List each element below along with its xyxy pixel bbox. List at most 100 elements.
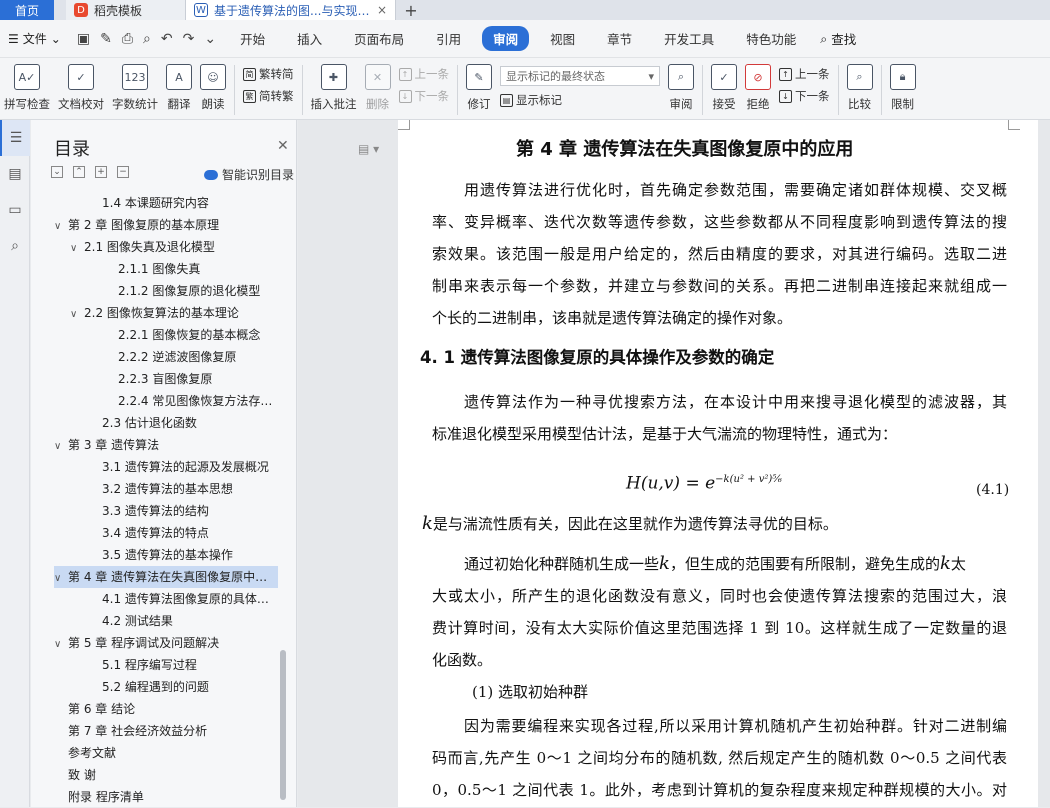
word-count-button[interactable]: 123 字数统计 <box>108 62 162 118</box>
trad-to-simp-button[interactable]: 简繁转简 <box>243 66 294 82</box>
toc-scrollbar[interactable] <box>280 650 286 800</box>
format-painter-icon[interactable]: ✎ <box>100 31 112 47</box>
chevron-down-icon[interactable]: ∨ <box>54 436 68 456</box>
chevron-down-icon[interactable]: ∨ <box>54 216 68 236</box>
smart-toc-label: 智能识别目录 <box>221 168 294 182</box>
toc-item-label: 参考文献 <box>68 746 117 760</box>
redo-icon[interactable]: ↷ <box>183 31 195 47</box>
search-button[interactable]: ⌕ 查找 <box>820 29 856 48</box>
toc-item[interactable]: 2.2.2 逆滤波图像复原 <box>54 346 278 368</box>
reject-button[interactable]: ⊘ 拒绝 <box>741 62 775 118</box>
toc-item[interactable]: 1.4 本课题研究内容 <box>54 192 278 214</box>
toc-item[interactable]: ∨ 第 4 章 遗传算法在失真图像复原中的应用 <box>54 566 278 588</box>
prev-change-button[interactable]: ↑ 上一条 <box>779 66 830 82</box>
track-changes-button[interactable]: ✎ 修订 <box>462 62 496 118</box>
menu-sections[interactable]: 章节 <box>596 26 643 51</box>
collapse-icon[interactable]: ⌄ <box>51 166 63 178</box>
bookmark-icon[interactable]: ▭ <box>0 192 30 228</box>
prev-comment-label: 上一条 <box>414 67 450 81</box>
toc-item[interactable]: 3.2 遗传算法的基本思想 <box>54 478 278 500</box>
review-pane-button[interactable]: ⌕ 审阅 <box>664 62 698 118</box>
menu-insert[interactable]: 插入 <box>286 26 333 51</box>
new-tab-button[interactable]: + <box>396 0 426 20</box>
menu-start[interactable]: 开始 <box>229 26 276 51</box>
restrict-editing-button[interactable]: 🔒︎ 限制 <box>886 62 920 118</box>
tab-document[interactable]: W 基于遗传算法的图...与实现 毕业论文 × <box>186 0 396 20</box>
chevron-down-icon[interactable]: ∨ <box>70 238 84 258</box>
chevron-down-icon[interactable]: ∨ <box>54 634 68 654</box>
expand-icon[interactable]: ⌃ <box>73 166 85 178</box>
track-changes-icon: ✎ <box>466 64 492 90</box>
toc-item[interactable]: 第 6 章 结论 <box>54 698 278 720</box>
spell-check-button[interactable]: A✓ 拼写检查 <box>0 62 54 118</box>
toc-item[interactable]: 2.2.4 常见图像恢复方法存在的问题 <box>54 390 278 412</box>
toc-item[interactable]: 5.2 编程遇到的问题 <box>54 676 278 698</box>
remove-heading-icon[interactable]: − <box>117 166 129 178</box>
chevron-down-icon[interactable]: ∨ <box>70 304 84 324</box>
insert-comment-button[interactable]: ✚ 插入批注 <box>307 62 361 118</box>
menu-references[interactable]: 引用 <box>425 26 472 51</box>
markup-state-select[interactable]: 显示标记的最终状态 ▾ <box>500 66 660 86</box>
proofread-button[interactable]: ✓ 文档校对 <box>54 62 108 118</box>
menu-developer[interactable]: 开发工具 <box>653 26 725 51</box>
toc-item[interactable]: 2.3 估计退化函数 <box>54 412 278 434</box>
toc-item[interactable]: 2.1.2 图像复原的退化模型 <box>54 280 278 302</box>
toc-item[interactable]: 3.1 遗传算法的起源及发展概况 <box>54 456 278 478</box>
toc-item[interactable]: ∨ 第 3 章 遗传算法 <box>54 434 278 456</box>
compare-button[interactable]: ⌕ 比较 <box>843 62 877 118</box>
save-icon[interactable]: ▣ <box>77 31 90 47</box>
toc-icon[interactable]: ☰ <box>0 120 30 156</box>
compare-label: 比较 <box>848 97 871 111</box>
menu-features[interactable]: 特色功能 <box>735 26 807 51</box>
next-comment-button[interactable]: ↓ 下一条 <box>398 88 449 104</box>
hamburger-icon: ☰ <box>8 31 19 46</box>
toc-item[interactable]: ∨ 第 5 章 程序调试及问题解决 <box>54 632 278 654</box>
toc-item[interactable]: ∨ 2.1 图像失真及退化模型 <box>54 236 278 258</box>
smart-toc-button[interactable]: 智能识别目录 <box>203 166 294 183</box>
toc-item[interactable]: 2.1.1 图像失真 <box>54 258 278 280</box>
read-aloud-button[interactable]: ☺ 朗读 <box>196 62 230 118</box>
toc-item[interactable]: 第 7 章 社会经济效益分析 <box>54 720 278 742</box>
accept-button[interactable]: ✓ 接受 <box>707 62 741 118</box>
tab-label: 基于遗传算法的图...与实现 毕业论文 <box>214 3 371 18</box>
page-nav-icon[interactable]: ▤ ▾ <box>358 142 379 156</box>
pages-icon[interactable]: ▤ <box>0 156 30 192</box>
toc-item[interactable]: 4.1 遗传算法图像复原的具体操作及参数的确定 <box>54 588 278 610</box>
toc-item[interactable]: 3.5 遗传算法的基本操作 <box>54 544 278 566</box>
simp-to-trad-button[interactable]: 繁简转繁 <box>243 88 294 104</box>
close-tab-icon[interactable]: × <box>377 3 387 17</box>
undo-icon[interactable]: ↶ <box>161 31 173 47</box>
next-change-button[interactable]: ↓ 下一条 <box>779 88 830 104</box>
print-preview-icon[interactable]: ⌕ <box>143 31 151 47</box>
toc-item[interactable]: 4.2 测试结果 <box>54 610 278 632</box>
toc-item[interactable]: 参考文献 <box>54 742 278 764</box>
menu-page-layout[interactable]: 页面布局 <box>343 26 415 51</box>
toc-item[interactable]: ∨ 第 2 章 图像复原的基本原理 <box>54 214 278 236</box>
toc-item[interactable]: 2.2.3 盲图像复原 <box>54 368 278 390</box>
toc-item[interactable]: 3.3 遗传算法的结构 <box>54 500 278 522</box>
find-icon[interactable]: ⌕ <box>0 228 30 264</box>
tab-home[interactable]: 首页 <box>0 0 54 20</box>
more-icon[interactable]: ⌄ <box>204 31 216 47</box>
menu-view[interactable]: 视图 <box>539 26 586 51</box>
prev-comment-button[interactable]: ↑ 上一条 <box>398 66 450 82</box>
toc-item[interactable]: ∨ 2.2 图像恢复算法的基本理论 <box>54 302 278 324</box>
delete-comment-button[interactable]: ✕ 删除 <box>361 62 395 118</box>
print-icon[interactable]: ⎙ <box>122 31 133 47</box>
show-markup-button[interactable]: ▤ 显示标记 <box>500 92 660 108</box>
toc-item[interactable]: 致 谢 <box>54 764 278 786</box>
close-icon[interactable]: ✕ <box>277 138 289 154</box>
cloud-icon <box>203 169 218 180</box>
toc-item[interactable]: 2.2.1 图像恢复的基本概念 <box>54 324 278 346</box>
toc-item[interactable]: 3.4 遗传算法的特点 <box>54 522 278 544</box>
markup-group: 显示标记的最终状态 ▾ ▤ 显示标记 <box>496 62 664 108</box>
menu-review[interactable]: 审阅 <box>482 26 530 51</box>
document-page[interactable]: 第 4 章 遗传算法在失真图像复原中的应用 用遗传算法进行优化时，首先确定参数范… <box>398 120 1038 807</box>
tab-docer-templates[interactable]: D 稻壳模板 <box>66 0 186 20</box>
add-heading-icon[interactable]: + <box>95 166 107 178</box>
toc-item[interactable]: 5.1 程序编写过程 <box>54 654 278 676</box>
chevron-down-icon[interactable]: ∨ <box>54 568 68 588</box>
file-menu[interactable]: ☰ 文件 ⌄ <box>0 30 69 47</box>
toc-item[interactable]: 附录 程序清单 <box>54 786 278 808</box>
translate-button[interactable]: A 翻译 <box>162 62 196 118</box>
